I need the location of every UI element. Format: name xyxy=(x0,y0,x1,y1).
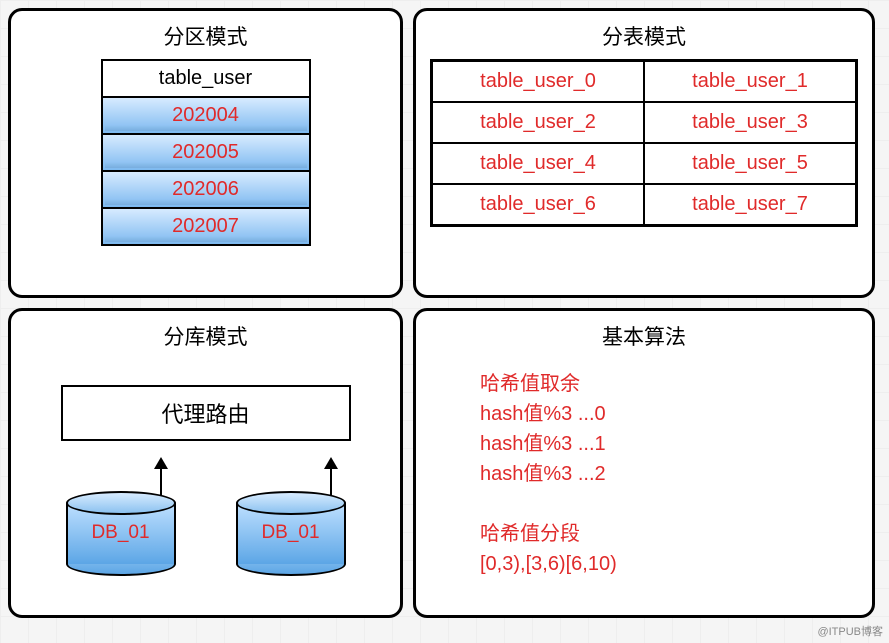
algorithm-text-block: 哈希值取余 hash值%3 ...0 hash值%3 ...1 hash值%3 … xyxy=(430,359,858,601)
sharded-table-mode-panel: 分表模式 table_user_0 table_user_1 table_use… xyxy=(413,8,875,298)
db-proxy-diagram: 代理路由 DB_01 DB_01 xyxy=(25,359,386,601)
panel-title: 分表模式 xyxy=(430,21,858,51)
panel-title: 分库模式 xyxy=(25,321,386,351)
partition-slab: 202007 xyxy=(101,209,311,246)
sharded-table-grid: table_user_0 table_user_1 table_user_2 t… xyxy=(430,59,858,227)
shard-cell: table_user_0 xyxy=(432,61,644,102)
basic-algorithm-panel: 基本算法 哈希值取余 hash值%3 ...0 hash值%3 ...1 has… xyxy=(413,308,875,618)
proxy-router-box: 代理路由 xyxy=(61,385,351,441)
partition-slab: 202006 xyxy=(101,172,311,209)
shard-cell: table_user_6 xyxy=(432,184,644,225)
partition-stack: table_user 202004 202005 202006 202007 xyxy=(101,59,311,246)
database-cylinder-icon: DB_01 xyxy=(66,491,176,576)
table-name-header: table_user xyxy=(101,59,311,98)
algo-line: 哈希值分段 xyxy=(480,519,838,549)
shard-cell: table_user_2 xyxy=(432,102,644,143)
partition-slab: 202004 xyxy=(101,98,311,135)
watermark-text: @ITPUB博客 xyxy=(817,623,883,639)
partition-slab: 202005 xyxy=(101,135,311,172)
algo-line: hash值%3 ...1 xyxy=(480,429,838,459)
shard-cell: table_user_3 xyxy=(644,102,856,143)
algo-line: hash值%3 ...0 xyxy=(480,399,838,429)
shard-cell: table_user_5 xyxy=(644,143,856,184)
algo-line: [0,3),[3,6)[6,10) xyxy=(480,549,838,579)
database-cylinder-icon: DB_01 xyxy=(236,491,346,576)
sharded-db-mode-panel: 分库模式 代理路由 DB_01 DB_01 xyxy=(8,308,403,618)
shard-cell: table_user_7 xyxy=(644,184,856,225)
algo-line: hash值%3 ...2 xyxy=(480,459,838,489)
panel-title: 分区模式 xyxy=(25,21,386,51)
algo-line: 哈希值取余 xyxy=(480,369,838,399)
shard-cell: table_user_1 xyxy=(644,61,856,102)
algo-line xyxy=(480,489,838,519)
panel-title: 基本算法 xyxy=(430,321,858,351)
shard-cell: table_user_4 xyxy=(432,143,644,184)
partition-mode-panel: 分区模式 table_user 202004 202005 202006 202… xyxy=(8,8,403,298)
